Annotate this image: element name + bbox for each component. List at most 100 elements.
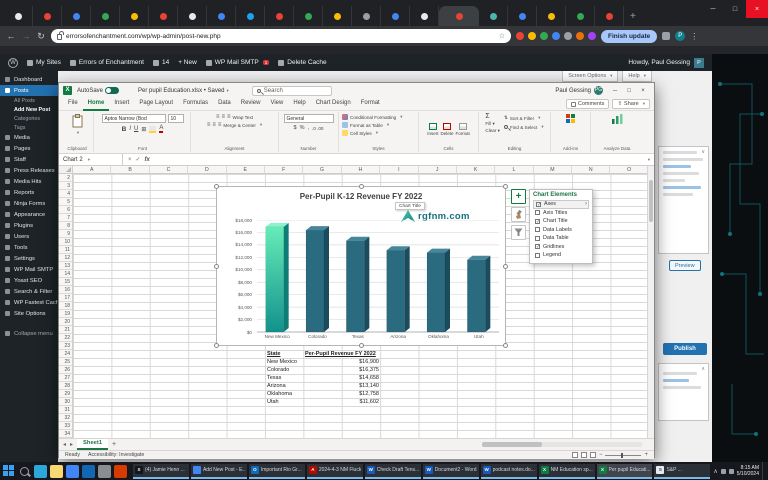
cell-state-oklahoma[interactable]: Oklahoma xyxy=(267,390,292,398)
browser-tab[interactable] xyxy=(439,6,479,26)
row-header-3[interactable]: 3 xyxy=(59,182,72,190)
ribbon-tab-chart-design[interactable]: Chart Design xyxy=(311,97,356,111)
formula-bar-expand-icon[interactable]: ▾ xyxy=(648,157,650,163)
column-header-b[interactable]: B xyxy=(111,166,149,173)
cell-styles-button[interactable]: Cell Styles▾ xyxy=(342,130,378,136)
volume-icon[interactable] xyxy=(729,469,734,474)
taskbar-window-nm-education-sp[interactable]: XNM Education sp... xyxy=(539,464,595,479)
sidebar-item-press-releases[interactable]: Press Releases xyxy=(0,165,58,176)
search-box[interactable]: Search xyxy=(252,86,332,96)
format-cells-button[interactable]: Format xyxy=(456,123,470,136)
browser-profile-avatar[interactable]: P xyxy=(675,31,685,41)
row-header-25[interactable]: 25 xyxy=(59,358,72,366)
zoom-slider[interactable] xyxy=(605,455,641,456)
extension-icon[interactable] xyxy=(576,32,584,40)
taskbar-app-icon[interactable] xyxy=(82,465,95,478)
row-header-28[interactable]: 28 xyxy=(59,382,72,390)
chart-elements-item-gridlines[interactable]: ✓Gridlines xyxy=(533,243,589,252)
cell-state-new-mexico[interactable]: New Mexico xyxy=(267,358,297,366)
row-header-14[interactable]: 14 xyxy=(59,270,72,278)
column-header-d[interactable]: D xyxy=(188,166,226,173)
column-header-c[interactable]: C xyxy=(150,166,188,173)
selection-handle[interactable] xyxy=(359,184,364,189)
row-header-8[interactable]: 8 xyxy=(59,222,72,230)
sidebar-item-pages[interactable]: Pages xyxy=(0,143,58,154)
screen-options-tab[interactable]: Screen Options▾ xyxy=(562,71,618,82)
collapse-caret-icon[interactable]: ∧ xyxy=(701,366,705,372)
sort-filter-button[interactable]: ⇅Sort & Filter▾ xyxy=(504,115,544,121)
row-header-33[interactable]: 33 xyxy=(59,422,72,430)
sidebar-item-wp-mail-smtp[interactable]: WP Mail SMTP xyxy=(0,264,58,275)
adminbar-item-14[interactable]: 14 xyxy=(153,59,169,66)
checkbox[interactable] xyxy=(535,236,540,241)
align-top-button[interactable]: ≡ xyxy=(216,114,220,120)
address-bar[interactable]: errorsofenchantment.com/wp/wp-admin/post… xyxy=(51,29,511,43)
sidebar-item-posts[interactable]: Posts xyxy=(0,85,58,96)
column-header-a[interactable]: A xyxy=(73,166,111,173)
show-desktop-button[interactable] xyxy=(762,462,765,480)
column-header-o[interactable]: O xyxy=(610,166,648,173)
selection-handle[interactable] xyxy=(503,264,508,269)
chart-title[interactable]: Per-Pupil K-12 Revenue FY 2022 xyxy=(217,192,505,201)
format-as-table-button[interactable]: Format as Table▾ xyxy=(342,122,389,128)
font-size-select[interactable]: 10 xyxy=(168,114,184,123)
adminbar-item-wp-mail-smtp[interactable]: WP Mail SMTP1 xyxy=(206,59,269,66)
row-header-20[interactable]: 20 xyxy=(59,318,72,326)
selection-handle[interactable] xyxy=(214,184,219,189)
row-header-27[interactable]: 27 xyxy=(59,374,72,382)
find-select-button[interactable]: Find & Select▾ xyxy=(504,124,544,130)
page-break-view-icon[interactable] xyxy=(590,452,596,458)
selection-handle[interactable] xyxy=(214,264,219,269)
wrap-text-button[interactable]: Wrap Text xyxy=(233,115,254,120)
browser-tab[interactable] xyxy=(149,6,178,26)
sidebar-item-search-filter[interactable]: Search & Filter xyxy=(0,286,58,297)
browser-tab[interactable] xyxy=(207,6,236,26)
taskbar-window-important-rio-gr[interactable]: OImportant Rio Gr... xyxy=(249,464,305,479)
column-header-h[interactable]: H xyxy=(342,166,380,173)
minimize-icon[interactable]: ─ xyxy=(608,88,622,94)
sidebar-item-reports[interactable]: Reports xyxy=(0,187,58,198)
browser-tab[interactable] xyxy=(381,6,410,26)
browser-tab[interactable] xyxy=(120,6,149,26)
column-header-g[interactable]: G xyxy=(303,166,341,173)
maximize-icon[interactable]: □ xyxy=(622,88,636,94)
browser-tab[interactable] xyxy=(508,6,537,26)
clear-button[interactable]: Clear ▾ xyxy=(485,128,500,134)
page-layout-view-icon[interactable] xyxy=(581,452,587,458)
account-name[interactable]: Paul Gessing PG xyxy=(555,86,603,95)
add-sheet-button[interactable]: + xyxy=(112,441,116,448)
conditional-formatting-button[interactable]: Conditional Formatting▾ xyxy=(342,114,402,120)
browser-tab[interactable] xyxy=(537,6,566,26)
column-header-n[interactable]: N xyxy=(572,166,610,173)
sidebar-item-settings[interactable]: Settings xyxy=(0,253,58,264)
ribbon-tab-view[interactable]: View xyxy=(265,97,288,111)
column-header-k[interactable]: K xyxy=(457,166,495,173)
cancel-icon[interactable]: × xyxy=(128,157,132,163)
chart-object[interactable]: Per-Pupil K-12 Revenue FY 2022 rgfnm.com… xyxy=(216,186,506,346)
extension-icon[interactable] xyxy=(564,32,572,40)
cell-value-texas[interactable]: $14,658 xyxy=(339,374,379,382)
extension-icon[interactable] xyxy=(540,32,548,40)
font-name-select[interactable]: Aptos Narrow (Bod xyxy=(102,114,166,123)
row-header-21[interactable]: 21 xyxy=(59,326,72,334)
sidebar-item-appearance[interactable]: Appearance xyxy=(0,209,58,220)
forward-icon[interactable]: → xyxy=(21,31,31,41)
browser-menu-icon[interactable]: ⋮ xyxy=(690,32,698,41)
select-all-corner[interactable] xyxy=(59,166,73,174)
cell-state-texas[interactable]: Texas xyxy=(267,374,281,382)
browser-tab[interactable] xyxy=(178,6,207,26)
addins-button[interactable] xyxy=(551,112,590,146)
column-header-f[interactable]: F xyxy=(265,166,303,173)
taskbar-app-icon[interactable] xyxy=(66,465,79,478)
selection-handle[interactable] xyxy=(359,343,364,348)
browser-tab[interactable] xyxy=(479,6,508,26)
extension-icon[interactable] xyxy=(516,32,524,40)
chart-elements-item-legend[interactable]: Legend xyxy=(533,251,589,260)
publish-button[interactable]: Publish xyxy=(663,343,707,355)
sidebar-item-media-hits[interactable]: Media Hits xyxy=(0,176,58,187)
taskbar-app-icon[interactable] xyxy=(98,465,111,478)
row-header-10[interactable]: 10 xyxy=(59,238,72,246)
maximize-icon[interactable]: □ xyxy=(724,0,746,18)
collapse-caret-icon[interactable]: ∨ xyxy=(701,149,705,155)
sidebar-item-media[interactable]: Media xyxy=(0,132,58,143)
